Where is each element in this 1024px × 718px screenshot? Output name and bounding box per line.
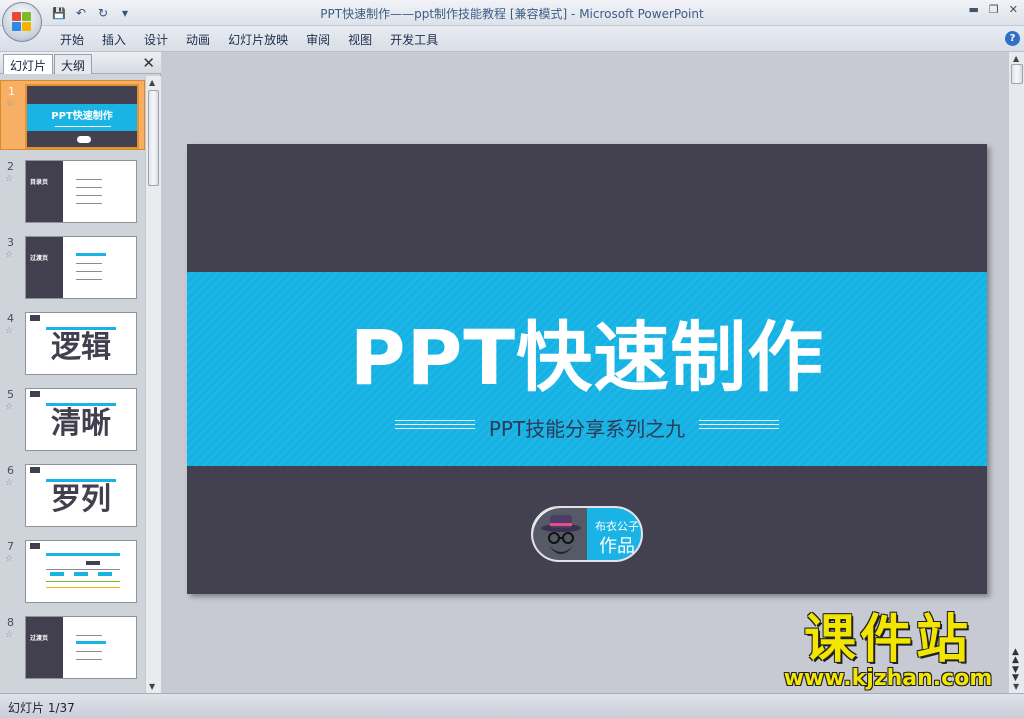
window-controls: ▬ ❐ ✕ xyxy=(969,3,1019,16)
thumbnails-scrollbar[interactable]: ▲ ▼ xyxy=(145,76,161,693)
slide-subtitle[interactable]: PPT技能分享系列之九 xyxy=(187,413,987,442)
thumbnail-text: 过渡页 xyxy=(30,255,49,262)
animation-star-icon: ☆ xyxy=(6,99,15,109)
thumbnail-text: 目录页 xyxy=(30,179,49,186)
window-title: PPT快速制作——ppt制作技能教程 [兼容模式] - Microsoft Po… xyxy=(0,5,1024,22)
thumbnail-text: 清晰 xyxy=(51,406,111,441)
hat-man-avatar-icon xyxy=(541,515,581,554)
tab-review[interactable]: 审阅 xyxy=(302,31,344,48)
slide-thumbnail[interactable]: 3 ☆ 过渡页 xyxy=(0,232,145,302)
thumbnail-image: 清晰 xyxy=(25,388,137,451)
animation-star-icon: ☆ xyxy=(5,630,14,640)
animation-star-icon: ☆ xyxy=(5,478,14,488)
help-icon[interactable]: ? xyxy=(1005,31,1020,46)
minimize-icon[interactable]: ▬ xyxy=(969,3,979,16)
office-logo-icon xyxy=(12,12,32,32)
thumbnail-image: 目录页 xyxy=(25,160,137,223)
previous-slide-icon[interactable]: ▲ ▲ xyxy=(1012,648,1019,665)
slide-number: 1 xyxy=(8,85,15,98)
subtitle-decoration-right xyxy=(699,420,779,430)
document-title: PPT快速制作——ppt制作技能教程 [兼容模式] xyxy=(320,7,568,21)
slide-thumbnail[interactable]: 5 ☆ 清晰 xyxy=(0,384,145,454)
tab-animations[interactable]: 动画 xyxy=(182,31,224,48)
animation-star-icon: ☆ xyxy=(5,250,14,260)
tab-slide-show[interactable]: 幻灯片放映 xyxy=(224,31,302,48)
tab-developer[interactable]: 开发工具 xyxy=(386,31,452,48)
thumbnail-text: PPT快速制作 xyxy=(51,111,113,122)
thumbnail-text: 过渡页 xyxy=(30,635,49,642)
thumbnail-image: 罗列 xyxy=(25,464,137,527)
slides-pane: 幻灯片 大纲 ✕ 1 ☆ PPT快速制作 2 ☆ 目录页 3 ☆ 过渡页 4 ☆… xyxy=(0,52,161,693)
ribbon-tabs: 开始 插入 设计 动画 幻灯片放映 审阅 视图 开发工具 xyxy=(56,31,452,48)
tab-outline[interactable]: 大纲 xyxy=(54,54,93,74)
status-bar: 幻灯片 1/37 xyxy=(0,693,1024,718)
next-slide-icon[interactable]: ▼ ▼ xyxy=(1012,666,1019,683)
scroll-down-icon[interactable]: ▼ xyxy=(1013,682,1019,691)
thumbnail-text: 逻辑 xyxy=(51,330,111,365)
scroll-up-icon[interactable]: ▲ xyxy=(1013,54,1019,63)
slide-title[interactable]: PPT快速制作 xyxy=(187,296,987,406)
thumbnail-image: PPT快速制作 xyxy=(25,84,139,149)
animation-star-icon: ☆ xyxy=(5,326,14,336)
thumbnail-image xyxy=(25,540,137,603)
tab-home[interactable]: 开始 xyxy=(56,31,98,48)
title-bar: 💾 ↶ ↻ ▾ PPT快速制作——ppt制作技能教程 [兼容模式] - Micr… xyxy=(0,0,1024,26)
thumbnail-image: 过渡页 xyxy=(25,236,137,299)
thumbnail-image: 过渡页 xyxy=(25,616,137,679)
slide-thumbnail[interactable]: 8 ☆ 过渡页 xyxy=(0,612,145,682)
thumbnail-text: 罗列 xyxy=(51,482,111,517)
animation-star-icon: ☆ xyxy=(5,174,14,184)
title-band: PPT快速制作 PPT技能分享系列之九 xyxy=(187,272,987,466)
scrollbar-thumb[interactable] xyxy=(1011,64,1023,84)
close-icon[interactable]: ✕ xyxy=(1009,3,1018,16)
watermark: 课件站 www.kjzhan.com xyxy=(770,612,1006,694)
slide-thumbnail[interactable]: 2 ☆ 目录页 xyxy=(0,156,145,226)
slide-number: 5 xyxy=(7,388,14,401)
slide-number: 8 xyxy=(7,616,14,629)
slide-indicator: 幻灯片 1/37 xyxy=(8,701,75,715)
pane-tabs: 幻灯片 大纲 ✕ xyxy=(0,52,161,74)
badge-works: 作品 xyxy=(599,536,635,557)
watermark-logo-text: 课件站 xyxy=(803,610,972,670)
slide-number: 6 xyxy=(7,464,14,477)
office-button[interactable] xyxy=(2,2,42,42)
slide-number: 7 xyxy=(7,540,14,553)
tab-design[interactable]: 设计 xyxy=(140,31,182,48)
slide-number: 4 xyxy=(7,312,14,325)
slide-number: 2 xyxy=(7,160,14,173)
tab-slides[interactable]: 幻灯片 xyxy=(3,54,54,74)
scroll-up-icon[interactable]: ▲ xyxy=(149,78,155,87)
slide-thumbnail-list: 1 ☆ PPT快速制作 2 ☆ 目录页 3 ☆ 过渡页 4 ☆ 逻辑 5 ☆ 清… xyxy=(0,76,145,693)
slide-scrollbar[interactable]: ▲ ▲ ▲ ▼ ▼ ▼ xyxy=(1008,52,1024,693)
slide-thumbnail[interactable]: 1 ☆ PPT快速制作 xyxy=(0,80,145,150)
animation-star-icon: ☆ xyxy=(5,554,14,564)
close-pane-icon[interactable]: ✕ xyxy=(142,54,155,72)
scrollbar-thumb[interactable] xyxy=(148,90,159,186)
restore-icon[interactable]: ❐ xyxy=(989,3,999,16)
thumbnail-image: 逻辑 xyxy=(25,312,137,375)
slide-number: 3 xyxy=(7,236,14,249)
slide-thumbnail[interactable]: 4 ☆ 逻辑 xyxy=(0,308,145,378)
scroll-down-icon[interactable]: ▼ xyxy=(149,682,155,691)
tab-view[interactable]: 视图 xyxy=(344,31,386,48)
current-slide[interactable]: PPT快速制作 PPT技能分享系列之九 布衣公子 作品 xyxy=(187,144,987,594)
slide-thumbnail[interactable]: 7 ☆ xyxy=(0,536,145,606)
animation-star-icon: ☆ xyxy=(5,402,14,412)
ribbon-tabs-bar: 开始 插入 设计 动画 幻灯片放映 审阅 视图 开发工具 ? xyxy=(0,26,1024,52)
slide-thumbnail[interactable]: 6 ☆ 罗列 xyxy=(0,460,145,530)
author-badge[interactable]: 布衣公子 作品 xyxy=(531,506,643,562)
avatar xyxy=(533,508,589,560)
watermark-url: www.kjzhan.com xyxy=(783,666,993,691)
slide-edit-area: PPT快速制作 PPT技能分享系列之九 布衣公子 作品 xyxy=(162,52,1008,693)
tab-insert[interactable]: 插入 xyxy=(98,31,140,48)
app-name: Microsoft PowerPoint xyxy=(579,7,704,21)
title-separator: - xyxy=(567,7,580,21)
